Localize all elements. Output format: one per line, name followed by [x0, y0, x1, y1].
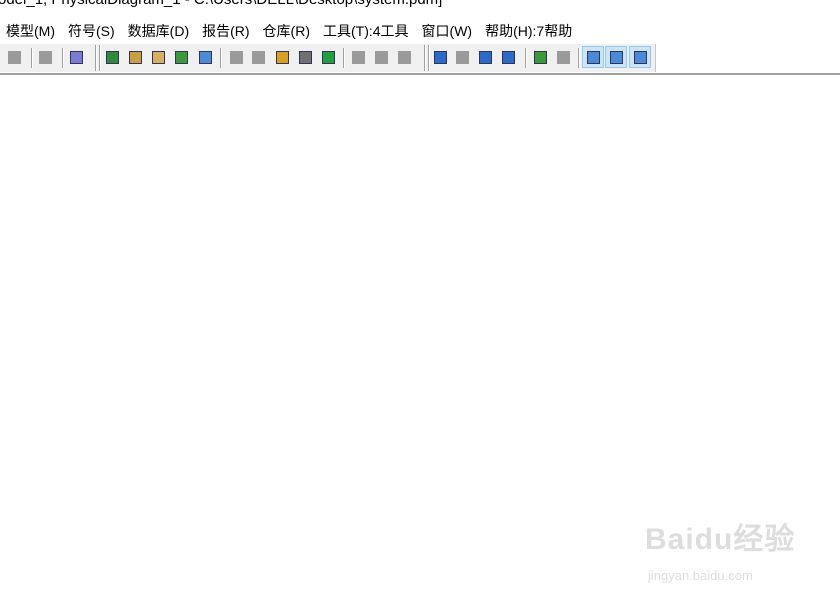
- find-objects-icon: [152, 51, 165, 64]
- toolbar-separator: [578, 48, 580, 68]
- find-objects-button[interactable]: [150, 49, 167, 66]
- font-button[interactable]: [320, 49, 337, 66]
- two-pages-button[interactable]: [500, 49, 517, 66]
- toolbar-area: [0, 42, 840, 75]
- generate-button[interactable]: [532, 49, 549, 66]
- redo-button[interactable]: [6, 49, 23, 66]
- menu-item-3[interactable]: 报告(R): [196, 18, 256, 42]
- result-list-icon: [634, 51, 647, 64]
- result-list-button[interactable]: [629, 46, 651, 68]
- toolbar-grip[interactable]: [99, 45, 101, 71]
- menu-item-4[interactable]: 仓库(R): [257, 18, 317, 42]
- diagram-button[interactable]: [432, 49, 449, 66]
- frame-icon: [456, 51, 469, 64]
- window-title: odel_1, PhysicalDiagram_1 - C:\Users\DEL…: [0, 0, 442, 8]
- object-button[interactable]: [350, 49, 367, 66]
- redo-icon: [8, 51, 21, 64]
- check-model-icon: [199, 51, 212, 64]
- toolbar-separator: [220, 48, 222, 68]
- reverse-icon: [557, 51, 570, 64]
- toolbar-separator: [525, 48, 527, 68]
- object-icon: [352, 51, 365, 64]
- browser-icon: [587, 51, 600, 64]
- menu-bar: 模型(M) 符号(S) 数据库(D) 报告(R) 仓库(R) 工具(T):4工具 窗口(W)…: [0, 18, 579, 42]
- menu-item-0[interactable]: 模型(M): [0, 18, 62, 42]
- help-icon: [70, 51, 83, 64]
- menu-item-7[interactable]: 帮助(H):7帮助: [479, 18, 579, 42]
- forward-arrow-icon: [398, 51, 411, 64]
- back-arrow-icon: [375, 51, 388, 64]
- toolbar-separator: [31, 48, 33, 68]
- watermark-url: jingyan.baidu.com: [648, 568, 753, 583]
- properties-button[interactable]: [37, 49, 54, 66]
- page-button[interactable]: [477, 49, 494, 66]
- menu-item-1[interactable]: 符号(S): [62, 18, 122, 42]
- generate-icon: [534, 51, 547, 64]
- paint-bucket-icon: [299, 51, 312, 64]
- paint-bucket-button[interactable]: [297, 49, 314, 66]
- font-icon: [322, 51, 335, 64]
- paste-shortcut-icon: [129, 51, 142, 64]
- output-button[interactable]: [605, 46, 627, 68]
- reverse-button[interactable]: [555, 49, 572, 66]
- toolbar: [0, 44, 656, 72]
- two-pages-icon: [502, 51, 515, 64]
- new-model-icon: [106, 51, 119, 64]
- toolbar-grip[interactable]: [95, 45, 97, 71]
- brush-button[interactable]: [274, 49, 291, 66]
- fill-button[interactable]: [228, 49, 245, 66]
- refresh-icon: [175, 51, 188, 64]
- line-style-button[interactable]: [250, 49, 267, 66]
- new-model-button[interactable]: [104, 49, 121, 66]
- back-arrow-button[interactable]: [373, 49, 390, 66]
- toolbar-grip[interactable]: [424, 45, 426, 71]
- menu-item-2[interactable]: 数据库(D): [122, 18, 196, 42]
- toolbar-grip[interactable]: [428, 45, 430, 71]
- menu-item-5[interactable]: 工具(T):4工具: [317, 18, 416, 42]
- refresh-button[interactable]: [173, 49, 190, 66]
- fill-icon: [230, 51, 243, 64]
- menu-item-6[interactable]: 窗口(W): [416, 18, 480, 42]
- forward-arrow-button[interactable]: [396, 49, 413, 66]
- watermark-logo: Baidu经验: [645, 523, 796, 556]
- paste-shortcut-button[interactable]: [127, 49, 144, 66]
- help-button[interactable]: [68, 49, 85, 66]
- output-icon: [610, 51, 623, 64]
- toolbar-separator: [62, 48, 64, 68]
- diagram-icon: [434, 51, 447, 64]
- check-model-button[interactable]: [197, 49, 214, 66]
- brush-icon: [276, 51, 289, 64]
- line-style-icon: [252, 51, 265, 64]
- page-icon: [479, 51, 492, 64]
- frame-button[interactable]: [454, 49, 471, 66]
- baidu-watermark: Baidu经验 jingyan.baidu.com: [645, 514, 796, 583]
- toolbar-separator: [343, 48, 345, 68]
- properties-icon: [39, 51, 52, 64]
- browser-button[interactable]: [582, 46, 604, 68]
